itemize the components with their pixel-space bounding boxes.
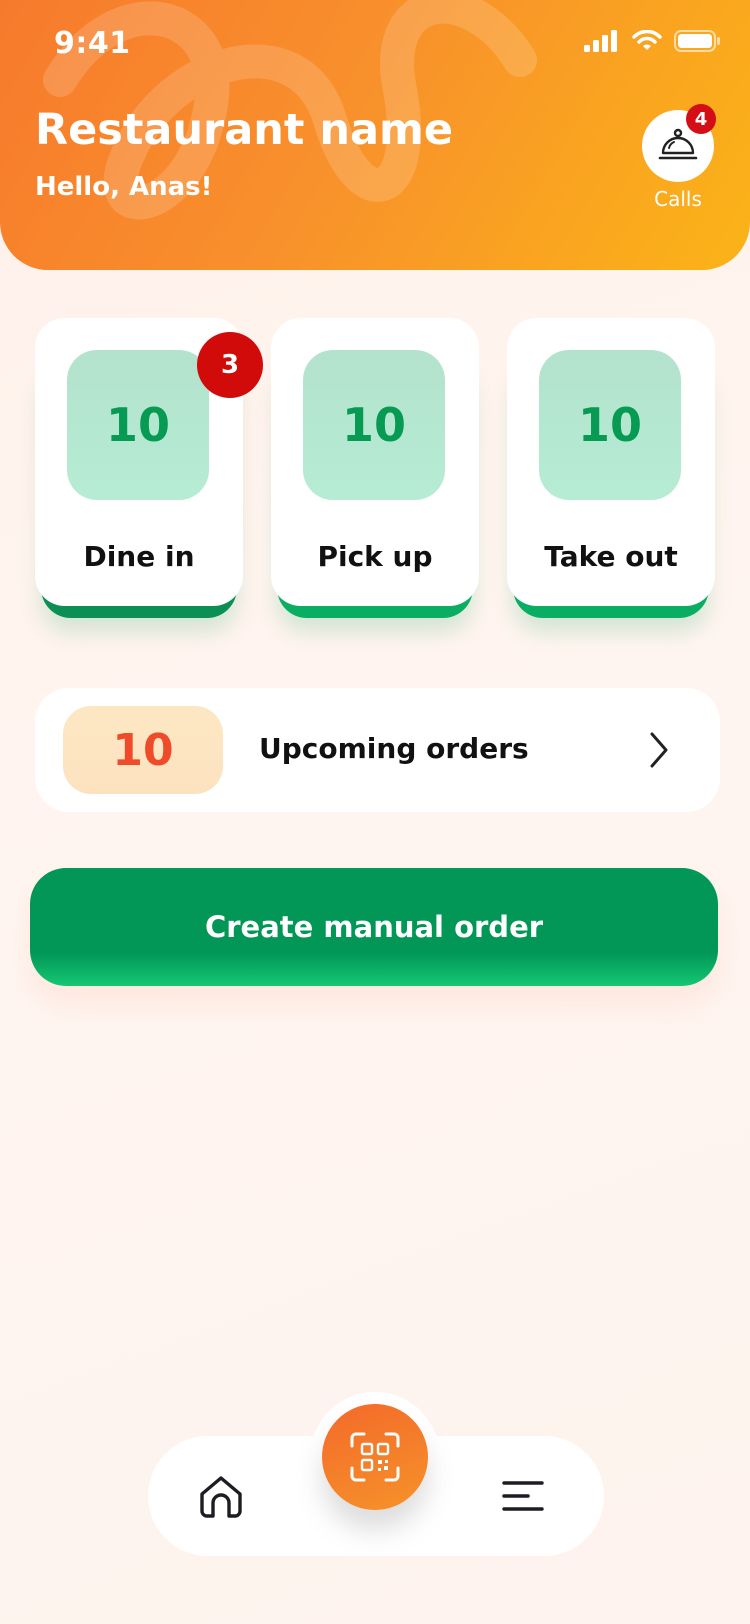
qr-scan-icon — [350, 1432, 400, 1482]
restaurant-name: Restaurant name — [35, 105, 454, 155]
take-out-count: 10 — [539, 350, 681, 500]
wifi-icon — [632, 30, 662, 50]
pick-up-label: Pick up — [317, 540, 433, 573]
dine-in-count: 10 — [67, 350, 209, 500]
upcoming-orders-row[interactable]: 10 Upcoming orders — [35, 688, 720, 812]
header: 9:41 Restaurant name Hello, Anas! 4 Call… — [0, 0, 750, 270]
home-icon[interactable] — [198, 1473, 244, 1519]
chevron-right-icon — [650, 732, 668, 768]
greeting: Hello, Anas! — [35, 172, 213, 202]
upcoming-orders-count: 10 — [63, 706, 223, 794]
card-dine-in[interactable]: 10 Dine in 3 — [35, 318, 263, 618]
dine-in-badge: 3 — [197, 332, 263, 398]
take-out-label: Take out — [544, 540, 678, 573]
card-pick-up[interactable]: 10 Pick up — [271, 318, 479, 618]
status-time: 9:41 — [54, 26, 131, 61]
status-icons — [584, 30, 720, 52]
card-face: 10 Pick up — [271, 318, 479, 606]
pick-up-count: 10 — [303, 350, 445, 500]
service-bell-icon — [658, 128, 698, 160]
menu-icon[interactable] — [502, 1480, 544, 1512]
qr-scan-button[interactable] — [322, 1404, 428, 1510]
signal-icon — [584, 30, 617, 52]
calls-badge: 4 — [686, 104, 716, 134]
upcoming-orders-label: Upcoming orders — [259, 732, 529, 765]
create-manual-order-button[interactable]: Create manual order — [30, 868, 718, 986]
card-take-out[interactable]: 10 Take out — [507, 318, 715, 618]
battery-icon — [674, 30, 720, 52]
dine-in-label: Dine in — [83, 540, 195, 573]
calls-label: Calls — [654, 187, 702, 211]
card-face: 10 Take out — [507, 318, 715, 606]
